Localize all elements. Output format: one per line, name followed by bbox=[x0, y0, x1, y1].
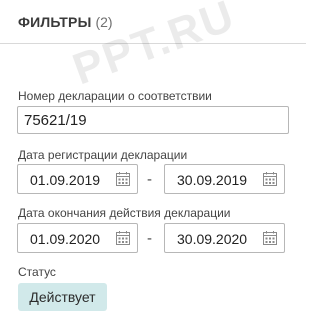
declaration-number-value: 75621/19 bbox=[24, 112, 87, 129]
calendar-icon[interactable] bbox=[262, 171, 278, 187]
declaration-number-input[interactable]: 75621/19 bbox=[17, 106, 289, 134]
registration-date-separator: - bbox=[147, 171, 152, 188]
registration-date-label: Дата регистрации декларации bbox=[18, 148, 188, 162]
calendar-icon[interactable] bbox=[115, 230, 131, 246]
expiration-date-label: Дата окончания действия декларации bbox=[18, 206, 231, 220]
registration-date-from-value: 01.09.2019 bbox=[30, 172, 101, 188]
calendar-icon[interactable] bbox=[262, 230, 278, 246]
registration-date-to-input[interactable]: 30.09.2019 bbox=[164, 164, 285, 194]
status-label: Статус bbox=[18, 265, 56, 279]
filters-title: ФИЛЬТРЫ bbox=[18, 14, 92, 30]
filters-count: (2) bbox=[95, 14, 113, 30]
expiration-date-separator: - bbox=[147, 230, 152, 247]
filters-header[interactable]: ФИЛЬТРЫ (2) bbox=[0, 0, 306, 44]
calendar-icon[interactable] bbox=[115, 171, 131, 187]
registration-date-from-input[interactable]: 01.09.2019 bbox=[17, 164, 138, 194]
expiration-date-from-value: 01.09.2020 bbox=[30, 231, 101, 247]
declaration-number-label: Номер декларации о соответствии bbox=[18, 89, 212, 103]
expiration-date-to-value: 30.09.2020 bbox=[177, 231, 248, 247]
expiration-date-from-input[interactable]: 01.09.2020 bbox=[17, 223, 138, 253]
registration-date-to-value: 30.09.2019 bbox=[177, 172, 248, 188]
expiration-date-to-input[interactable]: 30.09.2020 bbox=[164, 223, 285, 253]
filters-panel: ФИЛЬТРЫ (2) PPT.RU Номер декларации о соо… bbox=[0, 0, 306, 312]
status-badge[interactable]: Действует bbox=[18, 283, 107, 311]
